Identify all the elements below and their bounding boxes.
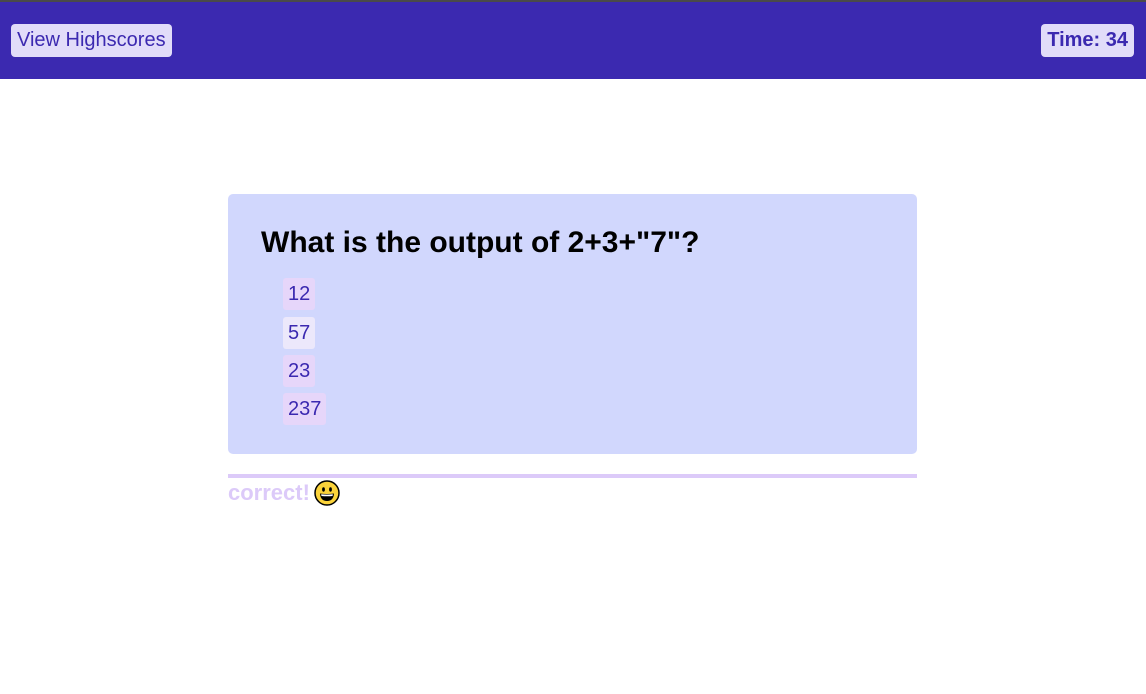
choice-button[interactable]: 12 <box>283 278 316 310</box>
answer-feedback: correct! <box>228 479 340 507</box>
view-highscores-button[interactable]: View Highscores <box>11 24 172 57</box>
choice-button[interactable]: 57 <box>283 317 316 349</box>
choice-button[interactable]: 23 <box>283 355 316 387</box>
feedback-divider <box>228 474 917 478</box>
question-card: What is the output of 2+3+"7"? 12 57 23 … <box>228 194 917 454</box>
top-header: View Highscores Time: 34 <box>0 2 1146 79</box>
feedback-text: correct! <box>228 480 310 505</box>
timer-display: Time: 34 <box>1041 24 1134 57</box>
question-text: What is the output of 2+3+"7"? <box>261 226 700 259</box>
grinning-face-icon <box>314 480 340 506</box>
choice-button[interactable]: 237 <box>283 393 327 425</box>
